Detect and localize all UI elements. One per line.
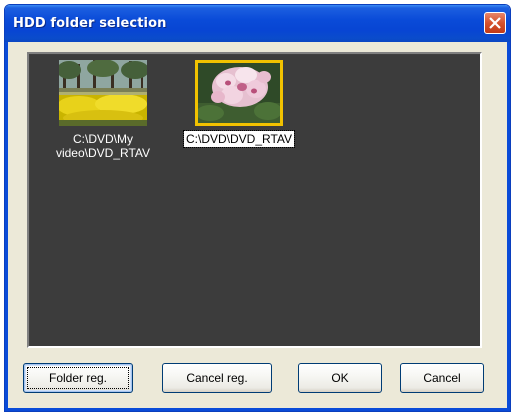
- folder-path-label-selected: C:\DVD\DVD_RTAV: [177, 130, 301, 148]
- ok-label: OK: [331, 371, 349, 385]
- screenshot-canvas: HDD folder selection C:\DVD\My video\DVD…: [0, 0, 515, 416]
- cancel-button[interactable]: Cancel: [400, 363, 484, 393]
- pink-flower-thumbnail: [198, 63, 280, 123]
- folder-item[interactable]: C:\DVD\My video\DVD_RTAV: [41, 60, 165, 160]
- folder-item-selected[interactable]: C:\DVD\DVD_RTAV: [177, 60, 301, 148]
- tulip-park-thumbnail: [59, 60, 147, 126]
- window-frame-bottom: [5, 408, 510, 411]
- folder-list-panel[interactable]: C:\DVD\My video\DVD_RTAV C:\DVD\DVD_RTAV: [27, 52, 482, 348]
- ok-button[interactable]: OK: [298, 363, 382, 393]
- cancel-label: Cancel: [423, 371, 461, 385]
- window-title: HDD folder selection: [13, 16, 167, 31]
- close-button[interactable]: [484, 12, 506, 34]
- title-bar[interactable]: HDD folder selection: [5, 5, 510, 42]
- window-frame-left: [5, 42, 8, 411]
- window-frame-right: [507, 42, 510, 411]
- folder-thumbnail-frame-selected: [195, 60, 283, 126]
- folder-reg-button[interactable]: Folder reg.: [23, 363, 133, 393]
- close-icon: [489, 17, 501, 29]
- folder-path-line: C:\DVD\DVD_RTAV: [182, 130, 296, 148]
- folder-path-line: video\DVD_RTAV: [55, 146, 151, 160]
- folder-path-label: C:\DVD\My video\DVD_RTAV: [41, 132, 165, 160]
- folder-thumbnail-frame: [59, 60, 147, 126]
- folder-path-line: C:\DVD\My: [73, 132, 133, 146]
- cancel-reg-button[interactable]: Cancel reg.: [162, 363, 272, 393]
- cancel-reg-label: Cancel reg.: [186, 371, 248, 385]
- folder-reg-label: Folder reg.: [48, 371, 108, 385]
